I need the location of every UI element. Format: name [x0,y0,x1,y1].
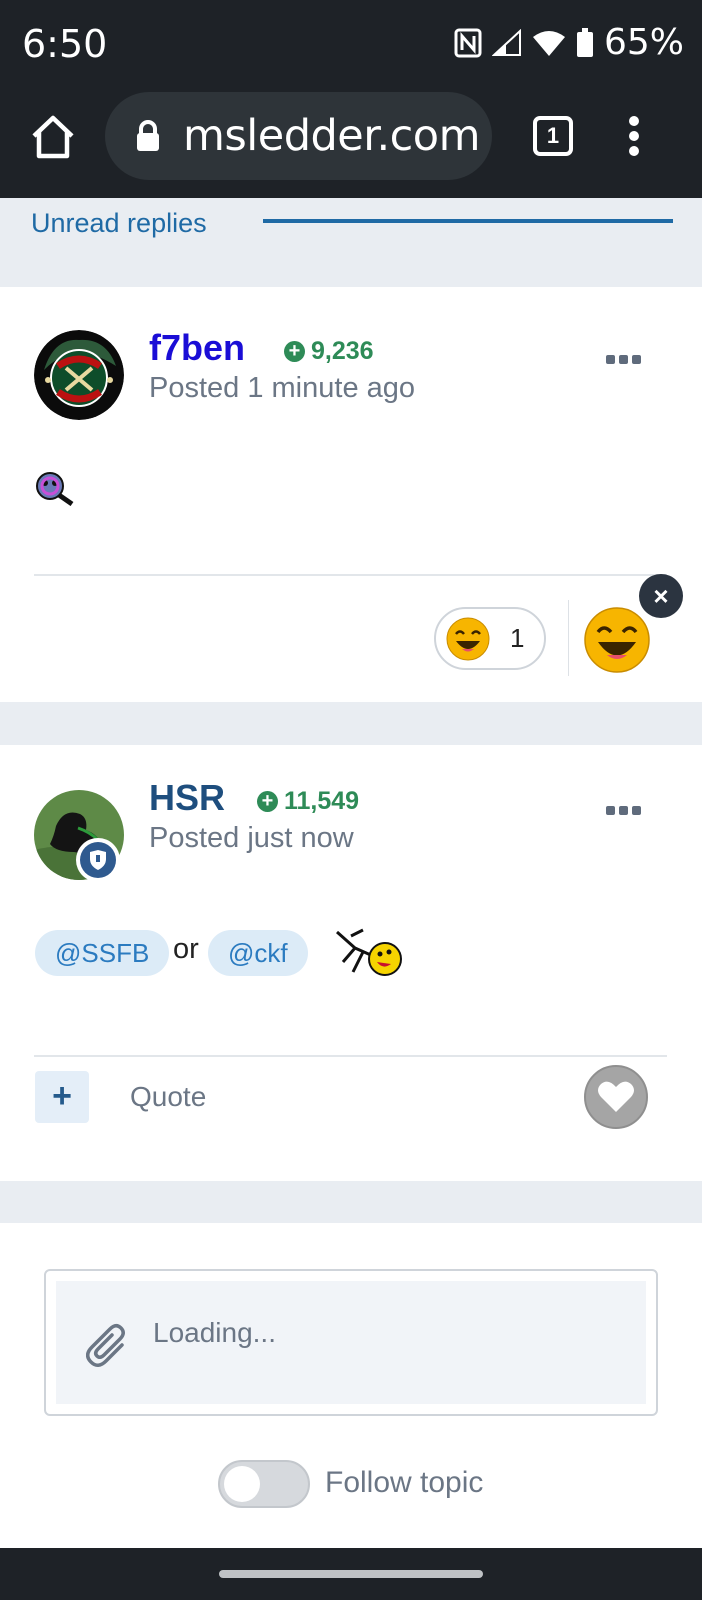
toggle-knob [224,1466,260,1502]
post-card: HSR + 11,549 Posted just now @SSFB or @c… [0,745,702,1181]
more-icon[interactable] [606,355,642,367]
reaction-summary[interactable]: 1 [434,607,546,670]
follow-toggle[interactable] [218,1460,310,1508]
post-divider [34,574,667,576]
system-nav-bar [0,1548,702,1600]
shield-icon [90,850,106,870]
falling-smiley-icon [336,928,402,976]
connector-text: or [173,933,199,965]
gesture-handle[interactable] [219,1570,483,1578]
signal-icon [491,28,521,56]
author-name-text: HSR [149,777,226,818]
reaction-separator [568,600,569,676]
reaction-count: 1 [510,623,525,653]
reputation-badge: + 9,236 [284,337,374,366]
post-timestamp[interactable]: Posted just now [149,822,354,855]
unread-divider [263,219,673,223]
heart-icon[interactable] [584,1065,648,1129]
laugh-reaction-icon [446,617,490,660]
moderator-badge [76,838,120,882]
tabs-icon[interactable]: 1 [533,116,573,156]
url-text: msledder.com [183,111,480,161]
wifi-icon [532,30,565,56]
author-name[interactable]: HSR [149,777,225,819]
unread-replies-strip: Unread replies [0,198,702,286]
plus-icon: + [284,341,305,362]
status-time: 6:50 [22,22,108,66]
plus-icon: + [257,791,278,812]
mention-ckf[interactable]: @ckf [208,930,308,976]
battery-icon [576,27,593,57]
reply-editor[interactable]: Loading... [44,1269,658,1416]
editor-placeholder: Loading... [153,1317,276,1348]
browser-toolbar: msledder.com 1 [0,90,702,198]
lock-icon [137,120,159,151]
home-icon[interactable] [28,112,78,162]
nfc-icon [454,28,482,57]
author-name[interactable]: f7ben [149,327,245,369]
post-timestamp[interactable]: Posted 1 minute ago [149,372,415,405]
editor-inner[interactable]: Loading... [56,1281,646,1404]
post-divider [34,1055,667,1057]
unread-replies-link[interactable]: Unread replies [31,208,207,239]
mention-ssfb[interactable]: @SSFB [35,930,170,976]
avatar[interactable] [34,330,124,420]
follow-topic-label: Follow topic [325,1466,484,1499]
menu-icon[interactable] [628,116,640,156]
battery-percent: 65% [603,22,684,63]
paperclip-icon[interactable] [86,1321,130,1369]
reputation-value: 11,549 [284,787,360,815]
more-icon[interactable] [606,806,642,818]
status-bar: 6:50 65% [0,0,702,90]
reply-area: Loading... Follow topic [0,1223,702,1548]
quote-button[interactable]: Quote [130,1081,206,1113]
search-emoji-icon [36,472,74,506]
post-card: f7ben + 9,236 Posted 1 minute ago 1 × [0,287,702,702]
avatar[interactable] [34,790,124,882]
reputation-badge: + 11,549 [257,787,359,816]
close-icon[interactable]: × [639,574,683,618]
reputation-value: 9,236 [311,337,374,365]
multiquote-plus-button[interactable]: + [35,1071,89,1123]
address-bar[interactable]: msledder.com [105,92,492,180]
laugh-reaction-icon[interactable] [584,607,650,673]
status-icons: 65% [454,22,684,63]
author-name-text: f7ben [149,327,246,368]
